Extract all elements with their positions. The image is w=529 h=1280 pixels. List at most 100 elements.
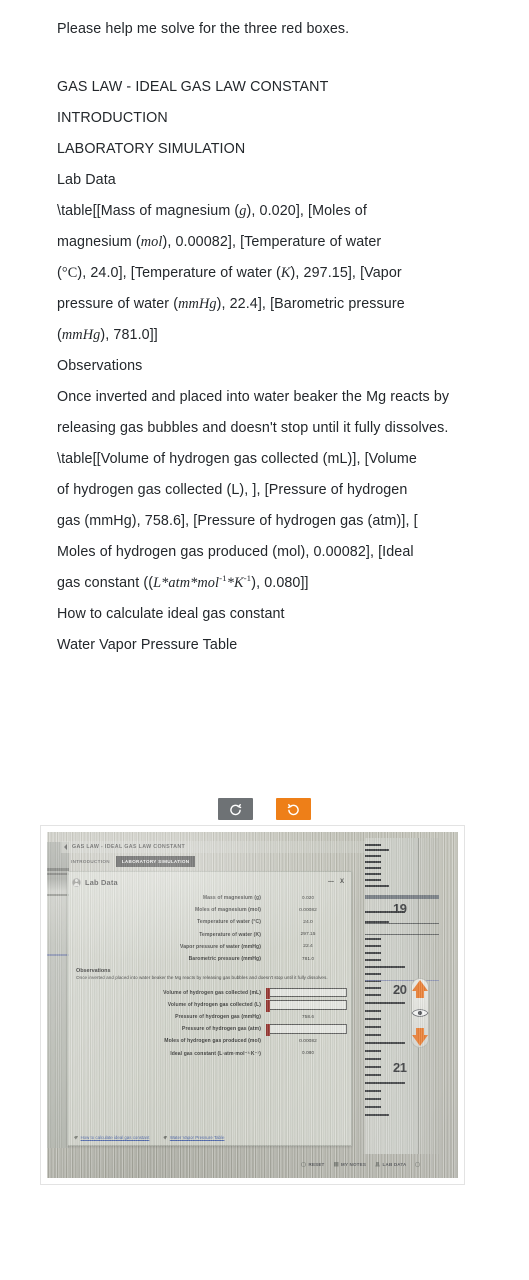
- red-box-marker: [265, 1000, 270, 1012]
- row-value: 297.15: [300, 932, 316, 938]
- tag-icon: [163, 1135, 168, 1140]
- back-chevron-icon[interactable]: [64, 844, 67, 850]
- burette-number-20: 20: [393, 982, 407, 997]
- simulation-tabs: INTRODUCTION LABORATORY SIMULATION: [65, 856, 365, 867]
- lab-data-table-text-3: (°C), 24.0], [Temperature of water (K), …: [57, 265, 402, 281]
- lab-data-table-text-5: (mmHg), 781.0]]: [57, 327, 158, 343]
- table-row: Mass of magnesium (g) 0.020: [72, 892, 347, 904]
- t1-l3a: ), 24.0], [Temperature of water (: [77, 265, 281, 281]
- rotate-counter-clockwise-button[interactable]: [218, 798, 253, 820]
- unit-K: K: [280, 265, 291, 281]
- simulation-bottom-bar: RESET MY NOTES LAB DATA: [301, 1158, 455, 1170]
- unit-g: g: [239, 203, 247, 219]
- red-box-marker: [265, 987, 270, 1000]
- sim-link-water-vapor-table[interactable]: Water Vapor Pressure Table: [163, 1135, 224, 1140]
- rotate-clockwise-button[interactable]: [276, 798, 311, 820]
- unit-mol: mol: [140, 234, 163, 250]
- tag-icon: [74, 1135, 78, 1140]
- avatar-icon: [72, 877, 81, 887]
- observations-text: Once inverted and placed into water beak…: [57, 389, 450, 436]
- eye-icon: [411, 1008, 429, 1018]
- link-label: How to calculate ideal gas constant: [80, 1135, 150, 1140]
- reset-icon: [301, 1162, 306, 1167]
- my-notes-label: MY NOTES: [341, 1161, 367, 1167]
- unit-mmHg: mmHg: [178, 296, 217, 312]
- row-label: Ideal gas constant (L·atm·mol⁻¹·K⁻¹): [170, 1050, 261, 1057]
- gas-constant-units-2: *K: [226, 575, 244, 591]
- row-label: Volume of hydrogen gas collected (mL): [163, 989, 261, 996]
- row-label: Moles of magnesium (mol): [194, 907, 261, 914]
- sim-observations-label: Observations: [76, 968, 111, 975]
- table-row: Temperature of water (°C) 24.0: [72, 916, 347, 928]
- arrow-down-icon[interactable]: [412, 1035, 428, 1046]
- image-rotate-toolbar: [0, 798, 529, 820]
- attached-screenshot-frame[interactable]: GAS LAW - IDEAL GAS LAW CONSTANT INTRODU…: [40, 825, 465, 1185]
- red-box-marker: [265, 1024, 270, 1036]
- lab-data-icon: [375, 1161, 381, 1167]
- close-button[interactable]: X: [340, 879, 344, 885]
- results-table-text-5: gas constant ((L*atm*mol-1*K-1), 0.080]]: [57, 573, 309, 591]
- row-label: Volume of hydrogen gas collected (L): [167, 1001, 261, 1008]
- arrow-down-stem: [416, 1028, 424, 1036]
- table-row: Moles of magnesium (mol) 0.00082: [72, 904, 347, 916]
- reset-button[interactable]: RESET: [301, 1162, 325, 1167]
- exponent-neg1-mol: -1: [219, 573, 227, 584]
- row-value: 0.080: [301, 1051, 315, 1057]
- observations-label: Observations: [57, 358, 143, 374]
- lab-data-rows: Mass of magnesium (g) 0.020 Moles of mag…: [72, 892, 347, 1060]
- t1-l4a: pressure of water (: [57, 296, 179, 312]
- minimize-button[interactable]: —: [328, 879, 334, 885]
- unit-mmHg-2: mmHg: [61, 327, 101, 343]
- table-row: Ideal gas constant (L·atm·mol⁻¹·K⁻¹) 0.0…: [72, 1047, 347, 1059]
- section-laboratory-simulation: LABORATORY SIMULATION: [57, 141, 246, 157]
- pressure-atm-input[interactable]: [265, 1024, 347, 1036]
- t1-l2b: ), 0.00082], [Temperature of water: [162, 234, 382, 250]
- lab-data-button[interactable]: LAB DATA: [375, 1161, 406, 1167]
- tab-introduction[interactable]: INTRODUCTION: [65, 856, 116, 867]
- row-value: 758.6: [301, 1014, 315, 1020]
- tab-laboratory-simulation[interactable]: LABORATORY SIMULATION: [115, 856, 196, 867]
- burette-magnifier[interactable]: 19 20 21: [361, 838, 439, 1154]
- lab-data-table-text: \table[[Mass of magnesium (g), 0.020], […: [57, 196, 495, 227]
- section-introduction: INTRODUCTION: [57, 110, 168, 126]
- eye-level-adjuster[interactable]: [407, 978, 433, 1048]
- my-notes-button[interactable]: MY NOTES: [333, 1161, 367, 1167]
- t1-l3b: ), 297.15], [Vapor: [290, 265, 402, 281]
- volume-l-input[interactable]: [265, 1000, 347, 1012]
- simulation-title: GAS LAW - IDEAL GAS LAW CONSTANT: [72, 844, 186, 850]
- row-value: 22.4: [303, 944, 313, 950]
- question-text-block: Please help me solve for the three red b…: [0, 0, 529, 661]
- row-value: 0.00082: [299, 907, 317, 913]
- volume-ml-input[interactable]: [265, 987, 347, 1000]
- link-label: Water Vapor Pressure Table: [169, 1135, 225, 1140]
- lab-data-card: Lab Data — X Mass of magnesium (g) 0.020…: [67, 871, 352, 1146]
- row-label: Barometric pressure (mmHg): [188, 956, 261, 963]
- t1-l5a: ), 781.0]]: [100, 327, 158, 343]
- lab-data-card-title: Lab Data: [85, 877, 118, 887]
- table-row: Pressure of hydrogen gas (atm): [72, 1023, 347, 1036]
- t2-l5b: ), 0.080]]: [251, 575, 309, 591]
- help-button[interactable]: [415, 1162, 420, 1167]
- link-how-to-calculate: How to calculate ideal gas constant: [57, 606, 285, 622]
- table-row: Volume of hydrogen gas collected (mL): [72, 987, 347, 1000]
- t1-prefix: \table[[Mass of magnesium (: [57, 203, 240, 219]
- t1-l4b: ), 22.4], [Barometric pressure: [216, 296, 405, 312]
- question-heading: GAS LAW - IDEAL GAS LAW CONSTANT: [57, 79, 329, 95]
- t2-l5a: gas constant (: [57, 575, 149, 591]
- window-controls: — X: [328, 879, 344, 885]
- simulation-window: GAS LAW - IDEAL GAS LAW CONSTANT INTRODU…: [53, 836, 458, 1176]
- lab-data-table-text-4: pressure of water (mmHg), 22.4], [Barome…: [57, 289, 495, 320]
- lab-data-label: Lab Data: [57, 172, 116, 188]
- row-label: Temperature of water (°C): [197, 919, 261, 926]
- notes-icon: [333, 1161, 339, 1167]
- sim-link-how-to-calculate[interactable]: How to calculate ideal gas constant: [74, 1135, 149, 1140]
- rotate-ccw-icon: [229, 803, 242, 816]
- row-label: Pressure of hydrogen gas (atm): [181, 1026, 261, 1033]
- t1-l1a: ), 0.020], [Moles of: [246, 203, 367, 219]
- burette-number-19: 19: [393, 901, 407, 916]
- results-table-text-1: \table[[Volume of hydrogen gas collected…: [57, 451, 417, 467]
- row-label: Mass of magnesium (g): [202, 895, 261, 902]
- link-water-vapor-table: Water Vapor Pressure Table: [57, 637, 238, 653]
- row-label: Moles of hydrogen gas produced (mol): [164, 1038, 261, 1045]
- table-row: Barometric pressure (mmHg) 781.0: [72, 953, 347, 965]
